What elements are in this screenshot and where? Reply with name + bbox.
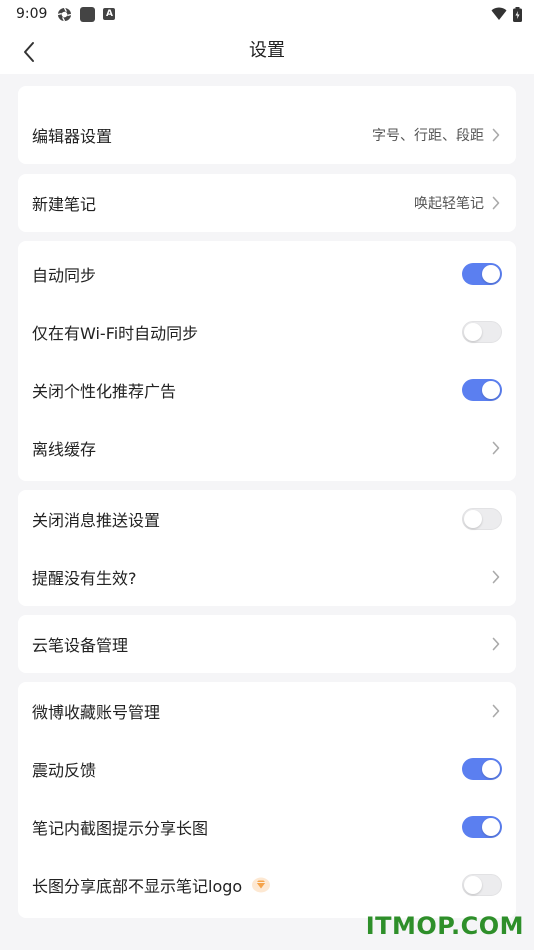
row-label: 自动同步 <box>32 266 97 285</box>
row-right <box>462 263 502 285</box>
row-weibo-account[interactable]: 微博收藏账号管理 <box>18 682 516 740</box>
card-new-note: 新建笔记 唤起轻笔记 <box>18 174 516 232</box>
diamond-icon <box>252 876 271 894</box>
row-label: 编辑器设置 <box>32 127 113 146</box>
vibration-toggle[interactable] <box>462 758 502 780</box>
row-editor-settings[interactable]: 编辑器设置 字号、行距、段距 <box>18 106 516 164</box>
row-label: 提醒没有生效? <box>32 569 137 588</box>
row-offline-cache[interactable]: 离线缓存 <box>18 419 516 477</box>
row-label: 关闭消息推送设置 <box>32 511 161 530</box>
toggle-knob <box>464 510 482 528</box>
row-right: 唤起轻笔记 <box>414 193 502 213</box>
row-right <box>462 508 502 530</box>
row-label: 关闭个性化推荐广告 <box>32 382 177 401</box>
row-right <box>490 569 502 585</box>
toggle-knob <box>482 760 500 778</box>
row-close-push: 关闭消息推送设置 <box>18 490 516 548</box>
toggle-knob <box>482 818 500 836</box>
app-notification-icon <box>80 6 96 22</box>
row-pen-device-manage[interactable]: 云笔设备管理 <box>18 615 516 673</box>
row-label: 云笔设备管理 <box>32 636 129 655</box>
row-hide-logo: 长图分享底部不显示笔记logo <box>18 856 516 914</box>
status-notification-icons: A <box>57 6 116 22</box>
row-label: 仅在有Wi-Fi时自动同步 <box>32 324 199 343</box>
wifi-icon <box>491 7 507 20</box>
row-right <box>490 703 502 719</box>
row-label: 震动反馈 <box>32 761 97 780</box>
row-value: 唤起轻笔记 <box>414 196 484 212</box>
chevron-right-icon <box>490 636 502 652</box>
toggle-knob <box>464 876 482 894</box>
site-watermark: ITMOP.COM <box>365 912 524 940</box>
card-pen: 云笔设备管理 <box>18 615 516 673</box>
auto-sync-toggle[interactable] <box>462 263 502 285</box>
row-right <box>462 379 502 401</box>
status-system-icons <box>491 6 522 22</box>
row-close-ads: 关闭个性化推荐广告 <box>18 361 516 419</box>
chevron-right-icon <box>490 703 502 719</box>
row-label: 长图分享底部不显示笔记logo <box>32 877 243 896</box>
card-misc: 微博收藏账号管理 震动反馈 笔记内截图提示分享长图 长图分享底部不显示笔记log… <box>18 682 516 918</box>
battery-icon <box>513 6 522 22</box>
row-label-wrap: 长图分享底部不显示笔记logo <box>32 873 271 897</box>
row-vibration: 震动反馈 <box>18 740 516 798</box>
screenshot-share-toggle[interactable] <box>462 816 502 838</box>
row-right <box>462 321 502 343</box>
wifi-only-sync-toggle[interactable] <box>462 321 502 343</box>
page-title: 设置 <box>249 40 285 61</box>
row-label: 离线缓存 <box>32 440 97 459</box>
row-wifi-only-sync: 仅在有Wi-Fi时自动同步 <box>18 303 516 361</box>
toggle-knob <box>482 381 500 399</box>
row-right <box>490 440 502 456</box>
hide-logo-toggle[interactable] <box>462 874 502 896</box>
row-right <box>490 636 502 652</box>
header-bar: 设置 <box>0 28 534 74</box>
row-label: 微博收藏账号管理 <box>32 703 161 722</box>
chevron-right-icon <box>490 440 502 456</box>
row-label: 新建笔记 <box>32 195 97 214</box>
aperture-icon <box>58 7 72 21</box>
card-sync: 自动同步 仅在有Wi-Fi时自动同步 关闭个性化推荐广告 离线缓存 <box>18 241 516 481</box>
card-editor: 编辑器设置 字号、行距、段距 <box>18 86 516 164</box>
close-ads-toggle[interactable] <box>462 379 502 401</box>
close-push-toggle[interactable] <box>462 508 502 530</box>
row-right <box>462 758 502 780</box>
chevron-right-icon <box>490 569 502 585</box>
toggle-knob <box>482 265 500 283</box>
row-new-note[interactable]: 新建笔记 唤起轻笔记 <box>18 174 516 232</box>
toggle-knob <box>464 323 482 341</box>
row-auto-sync: 自动同步 <box>18 245 516 303</box>
chevron-left-icon <box>24 42 34 62</box>
row-label: 笔记内截图提示分享长图 <box>32 819 209 838</box>
row-value: 字号、行距、段距 <box>372 128 484 144</box>
card-notify: 关闭消息推送设置 提醒没有生效? <box>18 490 516 606</box>
status-bar: 9:09 A <box>0 0 534 28</box>
status-time: 9:09 <box>16 6 48 22</box>
a-notification-icon: A <box>103 8 116 20</box>
row-screenshot-share: 笔记内截图提示分享长图 <box>18 798 516 856</box>
chevron-right-icon <box>490 195 502 211</box>
back-button[interactable] <box>14 37 44 67</box>
row-right <box>462 874 502 896</box>
row-right <box>462 816 502 838</box>
chevron-right-icon <box>490 127 502 143</box>
row-right: 字号、行距、段距 <box>372 125 502 145</box>
row-reminder-help[interactable]: 提醒没有生效? <box>18 548 516 606</box>
